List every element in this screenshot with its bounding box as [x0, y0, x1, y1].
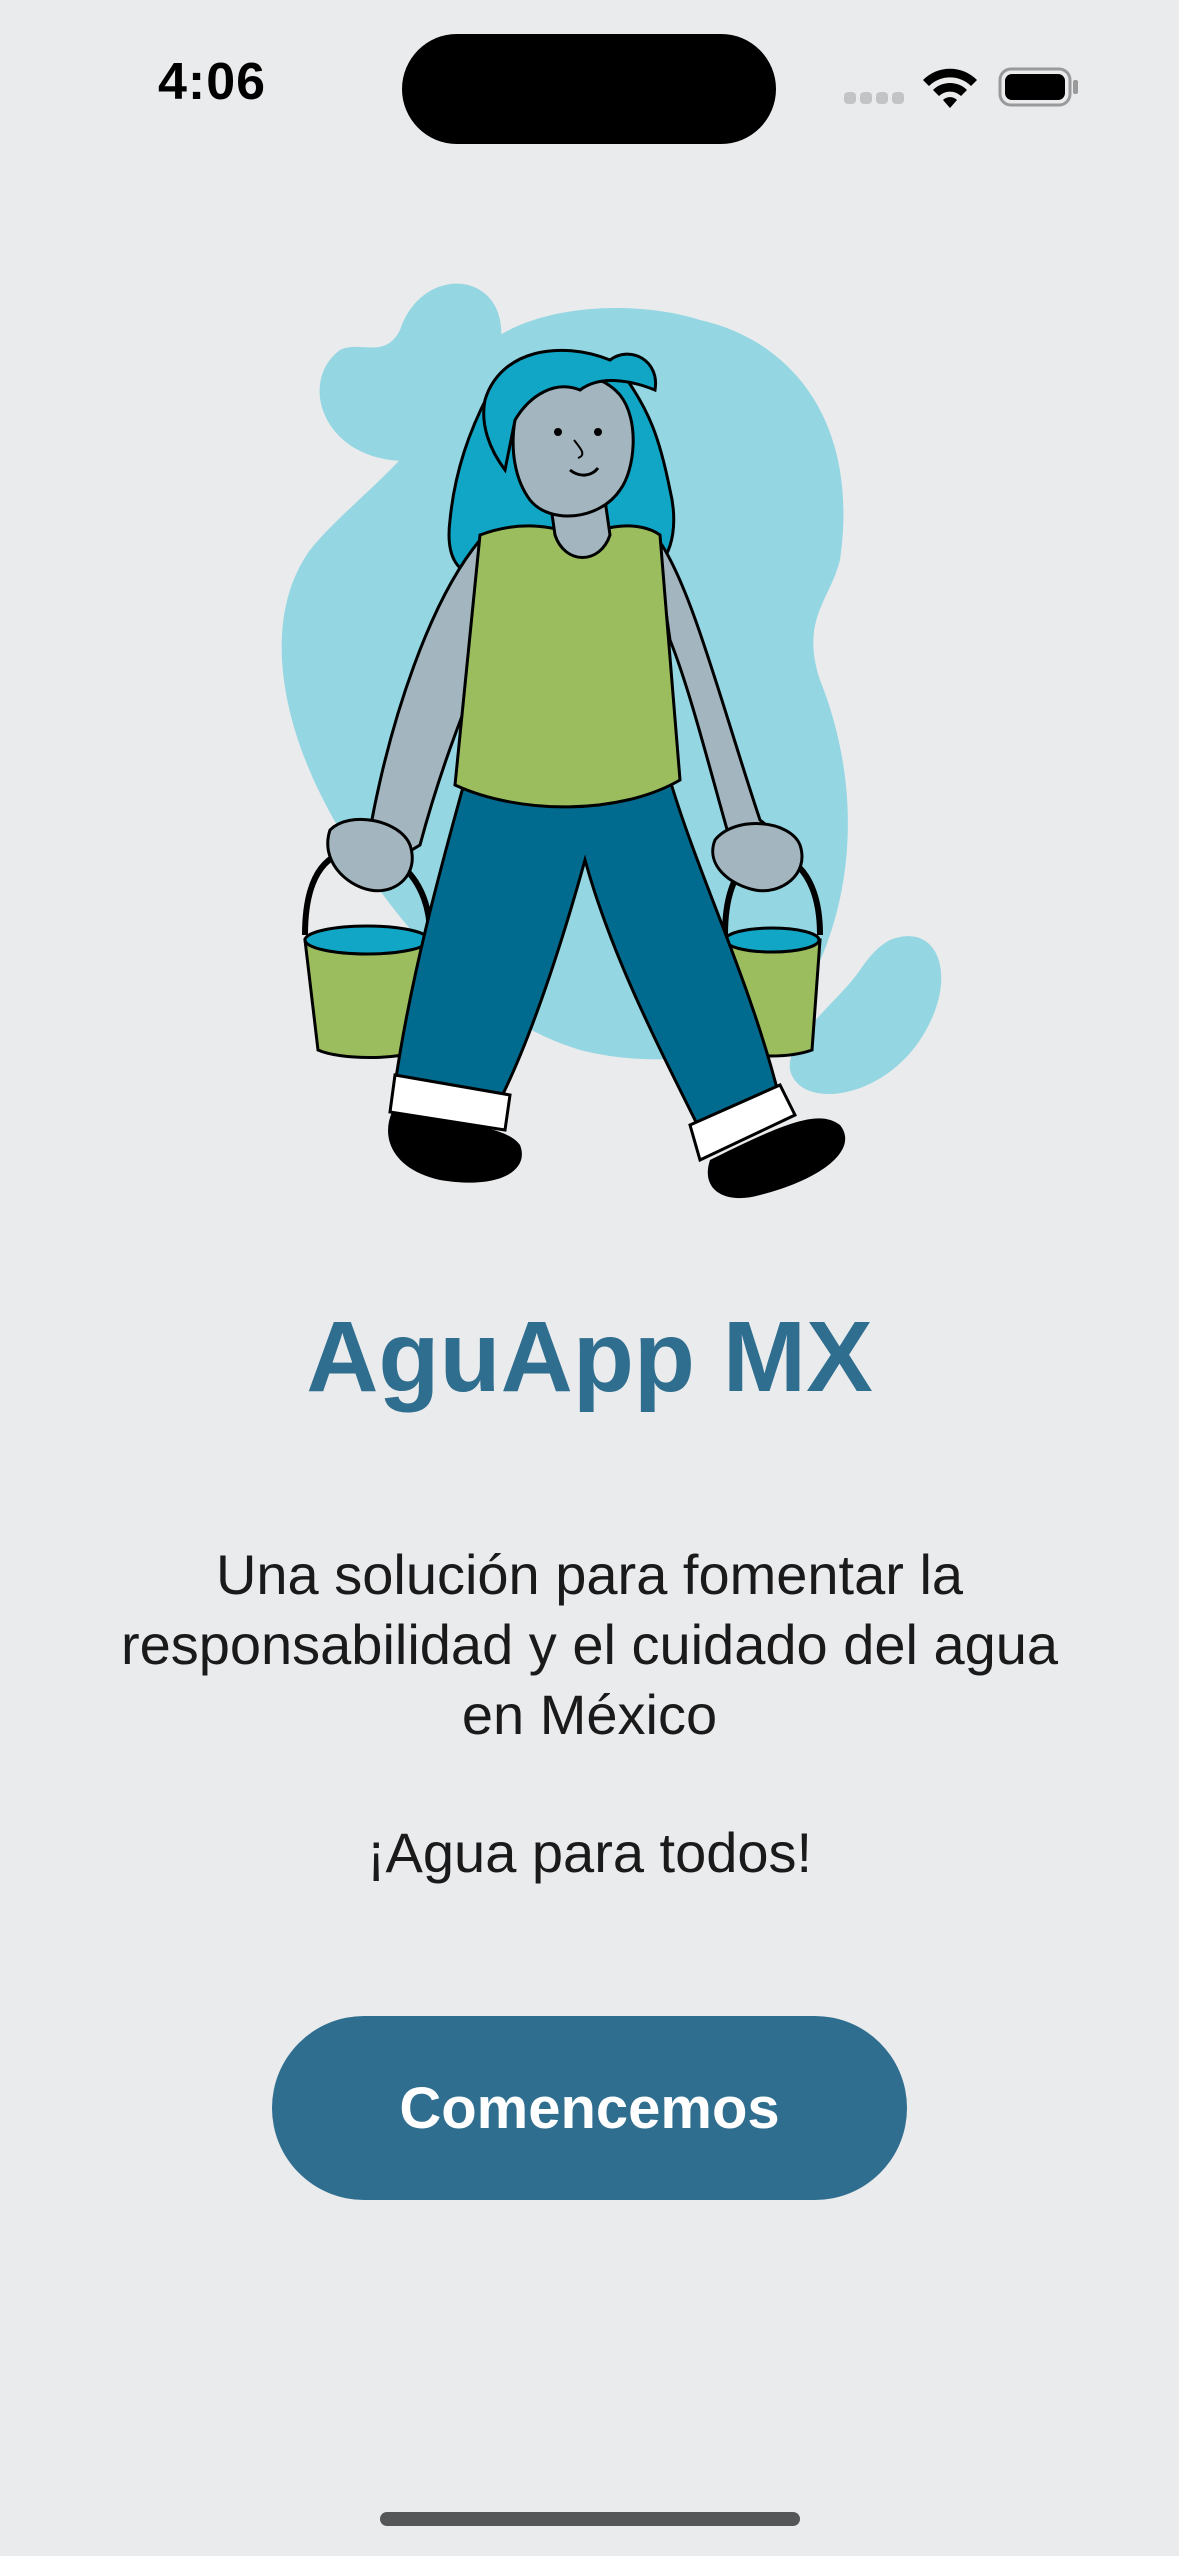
app-tagline: ¡Agua para todos!	[366, 1821, 813, 1884]
battery-full-icon	[998, 67, 1078, 107]
app-description: Una solución para fomentar la responsabi…	[120, 1543, 1059, 1746]
woman-carrying-water-buckets-illustration	[281, 283, 942, 1199]
app-title: AguApp MX	[306, 1301, 873, 1413]
cellular-signal-icon	[844, 92, 904, 106]
status-time: 4:06	[158, 53, 267, 111]
home-indicator[interactable]	[380, 2512, 800, 2526]
status-bar: 4:06	[0, 0, 1179, 160]
start-button[interactable]: Comencemos	[272, 2016, 907, 2200]
wifi-icon	[923, 68, 977, 108]
dynamic-island	[402, 34, 776, 144]
